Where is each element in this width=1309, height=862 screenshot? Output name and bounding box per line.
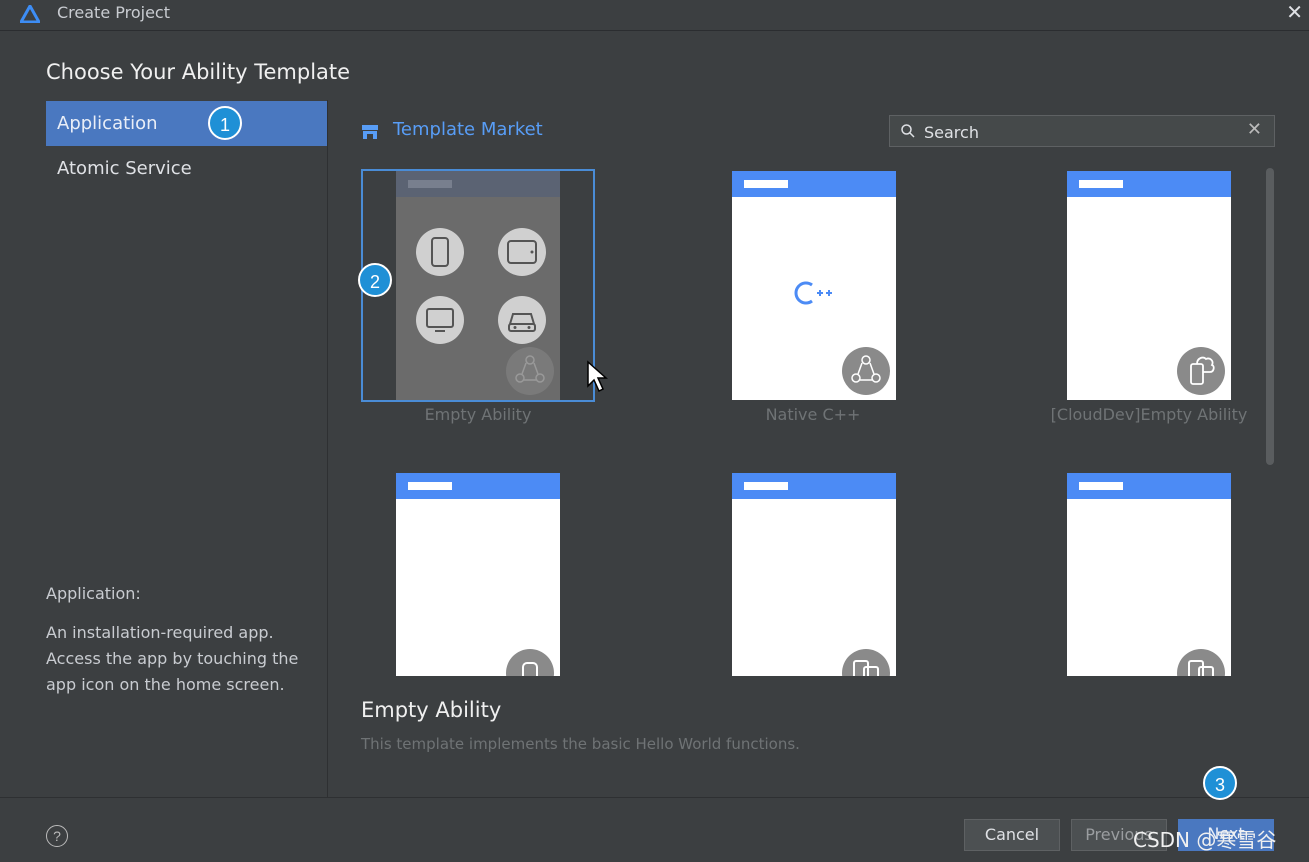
store-icon: [362, 125, 378, 139]
close-icon[interactable]: ✕: [1286, 0, 1303, 24]
description-body: An installation-required app. Access the…: [46, 623, 299, 694]
help-icon[interactable]: ?: [46, 825, 68, 847]
page-title: Choose Your Ability Template: [46, 60, 351, 84]
card-header-bar: [732, 171, 896, 197]
template-card-second-row-2[interactable]: [732, 473, 896, 676]
search-box[interactable]: ✕: [889, 115, 1275, 147]
cpp-icon: [794, 281, 832, 305]
card-header-bar: [396, 473, 560, 499]
phone-icon: [416, 228, 464, 276]
step-badge-3: 3: [1203, 766, 1237, 800]
search-input[interactable]: [922, 119, 1226, 145]
step-badge-2: 2: [358, 263, 392, 297]
card-header-bar: [1067, 473, 1231, 499]
title-bar: Create Project ✕: [0, 0, 1309, 31]
watermark-text: CSDN @寒雪谷: [1133, 828, 1277, 852]
search-icon: [901, 124, 915, 138]
sidebar-item-application[interactable]: Application: [46, 101, 327, 146]
tv-icon: [416, 296, 464, 344]
template-detail-title: Empty Ability: [361, 698, 502, 722]
template-card-second-row-3[interactable]: [1067, 473, 1231, 676]
sidebar-item-atomic-service[interactable]: Atomic Service: [46, 146, 327, 191]
card-header-bar: [396, 171, 560, 197]
template-card-clouddev-empty-ability[interactable]: [1067, 171, 1231, 400]
card-header-bar: [732, 473, 896, 499]
watch-icon: [506, 649, 554, 676]
cloud-device-icon: [1177, 347, 1225, 395]
multi-device-icon: [506, 347, 554, 395]
template-detail-description: This template implements the basic Hello…: [361, 735, 800, 753]
device-icon: [1177, 649, 1225, 676]
card-header-bar: [1067, 171, 1231, 197]
sidebar-item-label: Application: [57, 113, 158, 134]
clear-icon[interactable]: ✕: [1247, 119, 1262, 140]
template-card-wearable[interactable]: [396, 473, 560, 676]
template-market-label: Template Market: [393, 119, 543, 140]
multi-device-icon: [842, 347, 890, 395]
description-title: Application:: [46, 584, 141, 603]
template-label-empty-ability: Empty Ability: [424, 405, 532, 424]
tablet-icon: [498, 228, 546, 276]
template-label-native-cpp: Native C++: [765, 405, 861, 424]
scrollbar[interactable]: [1266, 168, 1274, 465]
template-card-native-cpp[interactable]: [732, 171, 896, 400]
mouse-cursor-icon: [587, 360, 608, 393]
app-logo-icon: [20, 5, 40, 23]
step-badge-1: 1: [208, 106, 242, 140]
window-title: Create Project: [57, 3, 170, 22]
panel-divider: [327, 100, 328, 797]
template-label-clouddev-empty-ability: [CloudDev]Empty Ability: [1050, 405, 1248, 424]
car-icon: [498, 296, 546, 344]
cancel-button[interactable]: Cancel: [964, 819, 1060, 851]
sidebar-item-label: Atomic Service: [57, 158, 192, 179]
device-icon: [842, 649, 890, 676]
template-thumbnail-empty-ability: [396, 171, 560, 400]
